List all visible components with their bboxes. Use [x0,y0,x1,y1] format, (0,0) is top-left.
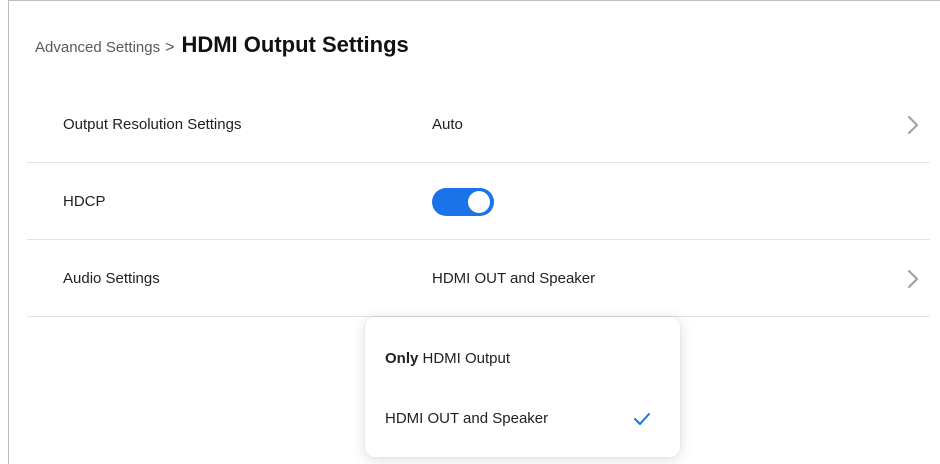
setting-row-hdcp: HDCP [27,163,930,240]
setting-row-audio[interactable]: Audio Settings HDMI OUT and Speaker [27,240,930,317]
settings-list: Output Resolution Settings Auto HDCP Aud… [27,86,930,317]
page-header: Advanced Settings > HDMI Output Settings [35,32,409,58]
breadcrumb-separator: > [165,39,175,56]
option-label: HDMI OUT and Speaker [385,410,549,427]
setting-value: HDMI OUT and Speaker [432,270,596,287]
option-label-prefix: Only [385,350,419,367]
setting-label: Audio Settings [63,270,160,287]
page-title: HDMI Output Settings [181,32,409,57]
chevron-right-icon [908,116,918,134]
settings-window: Advanced Settings > HDMI Output Settings… [8,0,940,464]
option-only-hdmi-output[interactable]: Only HDMI Output [365,334,680,384]
setting-row-output-resolution[interactable]: Output Resolution Settings Auto [27,86,930,163]
setting-label: HDCP [63,193,106,210]
audio-output-dropdown: Only HDMI Output HDMI OUT and Speaker [365,317,680,457]
option-label-rest: HDMI Output [418,350,511,367]
toggle-knob [468,191,490,213]
setting-label: Output Resolution Settings [63,116,242,133]
hdcp-toggle[interactable] [432,188,494,216]
setting-value: Auto [432,116,463,133]
breadcrumb[interactable]: Advanced Settings [35,39,160,56]
checkmark-icon [634,413,650,425]
option-label: Only HDMI Output [385,350,510,367]
option-hdmi-out-and-speaker[interactable]: HDMI OUT and Speaker [365,394,680,444]
chevron-right-icon [908,270,918,288]
